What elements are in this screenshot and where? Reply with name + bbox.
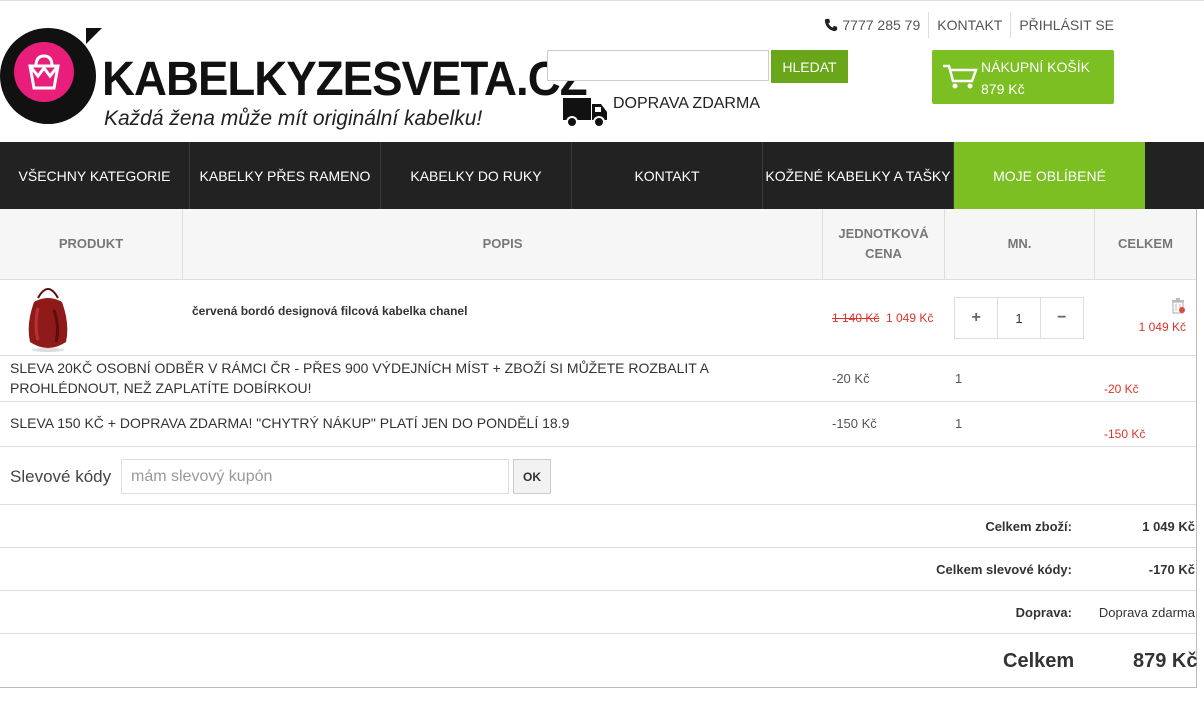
main-nav: VŠECHNY KATEGORIE KABELKY PŘES RAMENO KA… [0, 142, 1204, 209]
free-shipping-text: DOPRAVA ZDARMA [613, 95, 760, 112]
top-links: 7777 285 79 KONTAKT PŘIHLÁSIT SE [816, 12, 1122, 38]
discount-text: SLEVA 150 KČ + DOPRAVA ZDARMA! "CHYTRÝ N… [10, 415, 570, 431]
cart-button[interactable]: NÁKUPNÍ KOŠÍK 879 Kč [932, 50, 1114, 104]
header-description: POPIS [183, 209, 823, 279]
coupon-input[interactable]: mám slevový kupón [121, 459, 509, 494]
qty-increase-button[interactable]: + [955, 298, 997, 338]
row-divider [0, 504, 1196, 505]
row-divider [0, 446, 1196, 447]
truck-icon [563, 98, 607, 128]
logo-text: KABELKYZESVETA.CZ [102, 53, 588, 106]
header-unit-price-line2: CENA [865, 246, 902, 261]
contact-link[interactable]: KONTAKT [929, 17, 1010, 33]
quantity-stepper: + 1 − [954, 297, 1084, 339]
nav-leather-bags[interactable]: KOŽENÉ KABELKY A TAŠKY [763, 142, 954, 209]
slogan: Každá žena může mít originální kabelku! [104, 107, 483, 130]
header-unit-price-line1: JEDNOTKOVÁ [838, 226, 929, 241]
grand-total-label: Celkem [1003, 650, 1075, 672]
product-image[interactable] [20, 284, 76, 352]
row-divider [0, 547, 1196, 548]
summary-goods-value: 1 049 Kč [1142, 519, 1195, 534]
qty-value[interactable]: 1 [997, 298, 1041, 338]
header-product: PRODUKT [0, 209, 183, 279]
discount-qty: 1 [955, 416, 963, 431]
row-divider [0, 355, 1196, 356]
phone-number: 7777 285 79 [842, 17, 921, 33]
phone-icon [825, 18, 838, 32]
nav-all-categories[interactable]: VŠECHNY KATEGORIE [0, 142, 190, 209]
qty-decrease-button[interactable]: − [1041, 298, 1083, 338]
header-unit-price: JEDNOTKOVÁ CENA [823, 209, 945, 279]
row-divider [0, 401, 1196, 402]
discount-price: -150 Kč [832, 416, 877, 431]
summary-goods-label: Celkem zboží: [985, 519, 1072, 534]
cart-label: NÁKUPNÍ KOŠÍK [981, 59, 1090, 75]
row-divider [0, 633, 1196, 634]
delete-icon[interactable] [1170, 298, 1186, 314]
site-logo[interactable]: KABELKYZESVETA.CZ Každá žena může mít or… [0, 25, 588, 135]
nav-favorites[interactable]: MOJE OBLÍBENÉ [954, 142, 1145, 209]
summary-shipping-value: Doprava zdarma [1098, 605, 1195, 620]
product-old-price: 1 140 Kč [832, 311, 880, 325]
summary-shipping-label: Doprava: [1015, 605, 1072, 620]
table-header: PRODUKT POPIS JEDNOTKOVÁ CENA MN. CELKEM [0, 209, 1196, 280]
nav-contact[interactable]: KONTAKT [572, 142, 763, 209]
product-name[interactable]: červená bordó designová filcová kabelka … [192, 304, 467, 318]
logo-mark [0, 28, 102, 124]
discount-total: -150 Kč [1104, 427, 1146, 441]
discount-price: -20 Kč [832, 371, 870, 386]
grand-total-value: 879 Kč [1133, 650, 1198, 672]
nav-hand-bags[interactable]: KABELKY DO RUKY [381, 142, 572, 209]
product-row-total: 1 049 Kč [1138, 320, 1186, 334]
discount-qty: 1 [955, 371, 963, 386]
coupon-label: Slevové kódy [10, 467, 112, 486]
nav-shoulder-bags[interactable]: KABELKY PŘES RAMENO [190, 142, 381, 209]
row-divider [0, 590, 1196, 591]
summary-codes-value: -170 Kč [1148, 562, 1195, 577]
bag-icon [28, 54, 60, 90]
cart-icon [943, 64, 978, 89]
discount-text: SLEVA 20KČ OSOBNÍ ODBĚR V RÁMCI ČR - PŘE… [10, 360, 709, 396]
search-input[interactable] [547, 50, 769, 81]
cart-total: 879 Kč [981, 81, 1025, 97]
login-link[interactable]: PŘIHLÁSIT SE [1011, 17, 1122, 33]
search-button[interactable]: HLEDAT [771, 50, 848, 83]
discount-total: -20 Kč [1104, 382, 1139, 396]
coupon-ok-button[interactable]: OK [513, 459, 551, 494]
summary-codes-label: Celkem slevové kódy: [936, 562, 1072, 577]
product-price: 1 049 Kč [886, 311, 934, 325]
header-qty: MN. [945, 209, 1095, 279]
phone-contact[interactable]: 7777 285 79 [816, 17, 928, 33]
top-border [0, 0, 1204, 1]
header-total: CELKEM [1118, 236, 1173, 251]
